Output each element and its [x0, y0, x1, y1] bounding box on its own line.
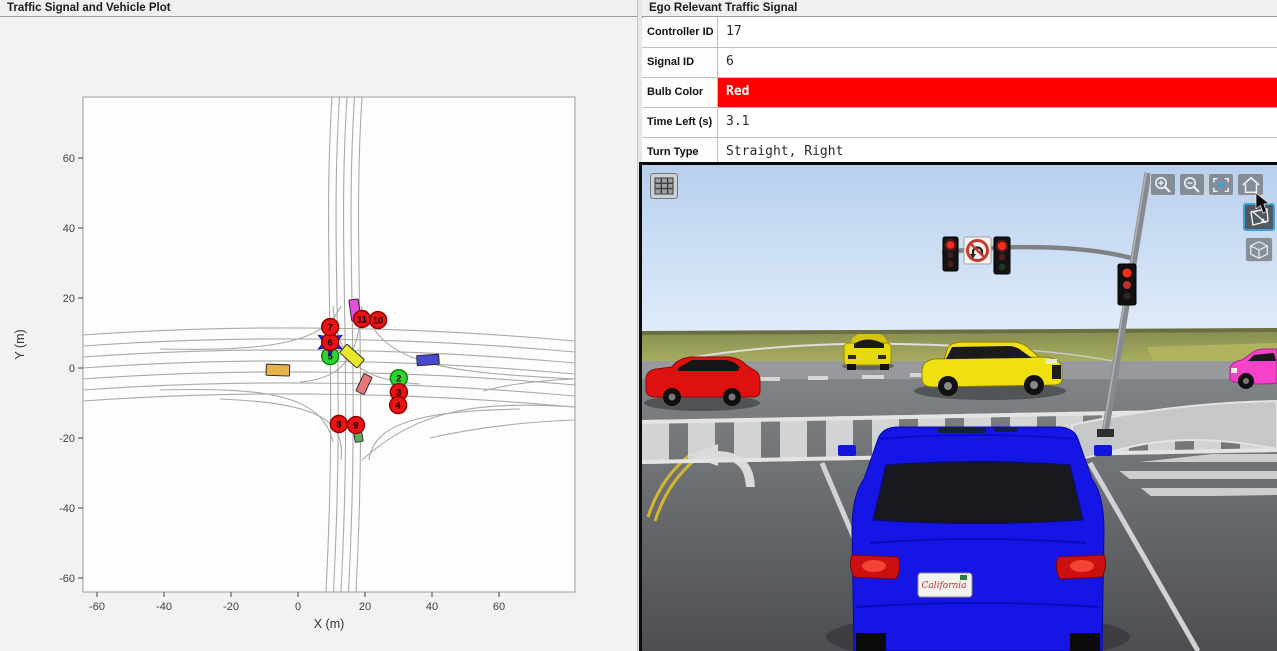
- svg-text:California: California: [921, 581, 966, 591]
- table-row: Bulb Color Red: [642, 78, 1277, 108]
- grid-icon: [654, 177, 674, 195]
- no-u-turn-sign: [964, 237, 991, 264]
- zoom-in-button[interactable]: [1150, 173, 1176, 196]
- svg-text:0: 0: [295, 601, 301, 613]
- cube-view-icon: [1248, 239, 1270, 260]
- row-label-bulb-color: Bulb Color: [642, 78, 718, 107]
- grid-toggle-button[interactable]: [650, 173, 678, 199]
- svg-text:11: 11: [357, 314, 368, 325]
- scenario-3d-viewport[interactable]: California: [639, 162, 1277, 651]
- table-row: Time Left (s) 3.1: [642, 108, 1277, 138]
- svg-text:-20: -20: [223, 601, 239, 613]
- svg-text:60: 60: [493, 601, 505, 613]
- ego-vehicle-rear: California: [826, 427, 1130, 651]
- right-panel-title: Ego Relevant Traffic Signal: [642, 0, 1277, 17]
- svg-text:8: 8: [336, 419, 341, 430]
- y-axis-label: Y (m): [13, 329, 27, 359]
- svg-text:20: 20: [63, 293, 75, 305]
- vehicle-ego: [417, 354, 440, 366]
- x-axis-label: X (m): [314, 617, 345, 631]
- row-label-controller-id: Controller ID: [642, 18, 718, 47]
- svg-text:2: 2: [396, 374, 401, 385]
- svg-text:0: 0: [69, 363, 75, 375]
- svg-text:20: 20: [359, 601, 371, 613]
- svg-text:10: 10: [373, 315, 384, 326]
- row-value-controller-id: 17: [718, 18, 1277, 47]
- ego-signal-table: Controller ID 17 Signal ID 6 Bulb Color …: [642, 18, 1277, 168]
- svg-text:40: 40: [426, 601, 438, 613]
- svg-text:-60: -60: [89, 601, 105, 613]
- vehicle-plot-figure: -60 -40 -20 0 20 40 60 -60 -40 -20 0 20 40 60 X (m) Y (…: [0, 18, 637, 651]
- restore-view-button[interactable]: [1208, 173, 1234, 196]
- vehicle-plot-axes: -60 -40 -20 0 20 40 60 -60 -40 -20 0 20 40 60 X (m) Y (…: [0, 18, 637, 651]
- table-row: Controller ID 17: [642, 18, 1277, 48]
- row-value-bulb-color status-badge: Red: [718, 78, 1277, 107]
- signal-head-mid: [994, 237, 1010, 274]
- vehicle-orange: [266, 364, 290, 376]
- home-view-button[interactable]: [1237, 173, 1264, 196]
- vehicle-plot-panel: Traffic Signal and Vehicle Plot -60 -40 -2…: [0, 0, 638, 651]
- zoom-out-icon: [1182, 175, 1202, 194]
- svg-text:6: 6: [328, 338, 333, 349]
- row-value-time-left: 3.1: [718, 108, 1277, 137]
- svg-text:-40: -40: [59, 503, 75, 515]
- fit-view-icon: [1211, 176, 1231, 194]
- signal-head-pole: [1118, 264, 1136, 305]
- cube-view-button[interactable]: [1245, 237, 1273, 262]
- license-plate: California: [918, 573, 972, 597]
- svg-text:-20: -20: [59, 433, 75, 445]
- iso-view-icon: [1247, 206, 1271, 228]
- pole-base: [1097, 429, 1114, 437]
- zoom-out-button[interactable]: [1179, 173, 1205, 196]
- svg-text:7: 7: [328, 322, 333, 333]
- svg-text:60: 60: [63, 153, 75, 165]
- row-label-signal-id: Signal ID: [642, 48, 718, 77]
- svg-text:4: 4: [396, 401, 402, 412]
- svg-text:9: 9: [353, 420, 358, 431]
- svg-text:-60: -60: [59, 573, 75, 585]
- home-icon: [1241, 175, 1261, 194]
- left-panel-title: Traffic Signal and Vehicle Plot: [0, 0, 637, 17]
- signal-head-left: [943, 237, 958, 271]
- zoom-in-icon: [1153, 175, 1173, 194]
- row-value-signal-id: 6: [718, 48, 1277, 77]
- table-row: Signal ID 6: [642, 48, 1277, 78]
- svg-text:-40: -40: [156, 601, 172, 613]
- simulation-app: Traffic Signal and Vehicle Plot -60 -40 -2…: [0, 0, 1277, 651]
- svg-text:40: 40: [63, 223, 75, 235]
- scenario-3d-scene: California: [642, 165, 1277, 651]
- row-label-time-left: Time Left (s): [642, 108, 718, 137]
- isometric-view-button[interactable]: [1243, 203, 1275, 231]
